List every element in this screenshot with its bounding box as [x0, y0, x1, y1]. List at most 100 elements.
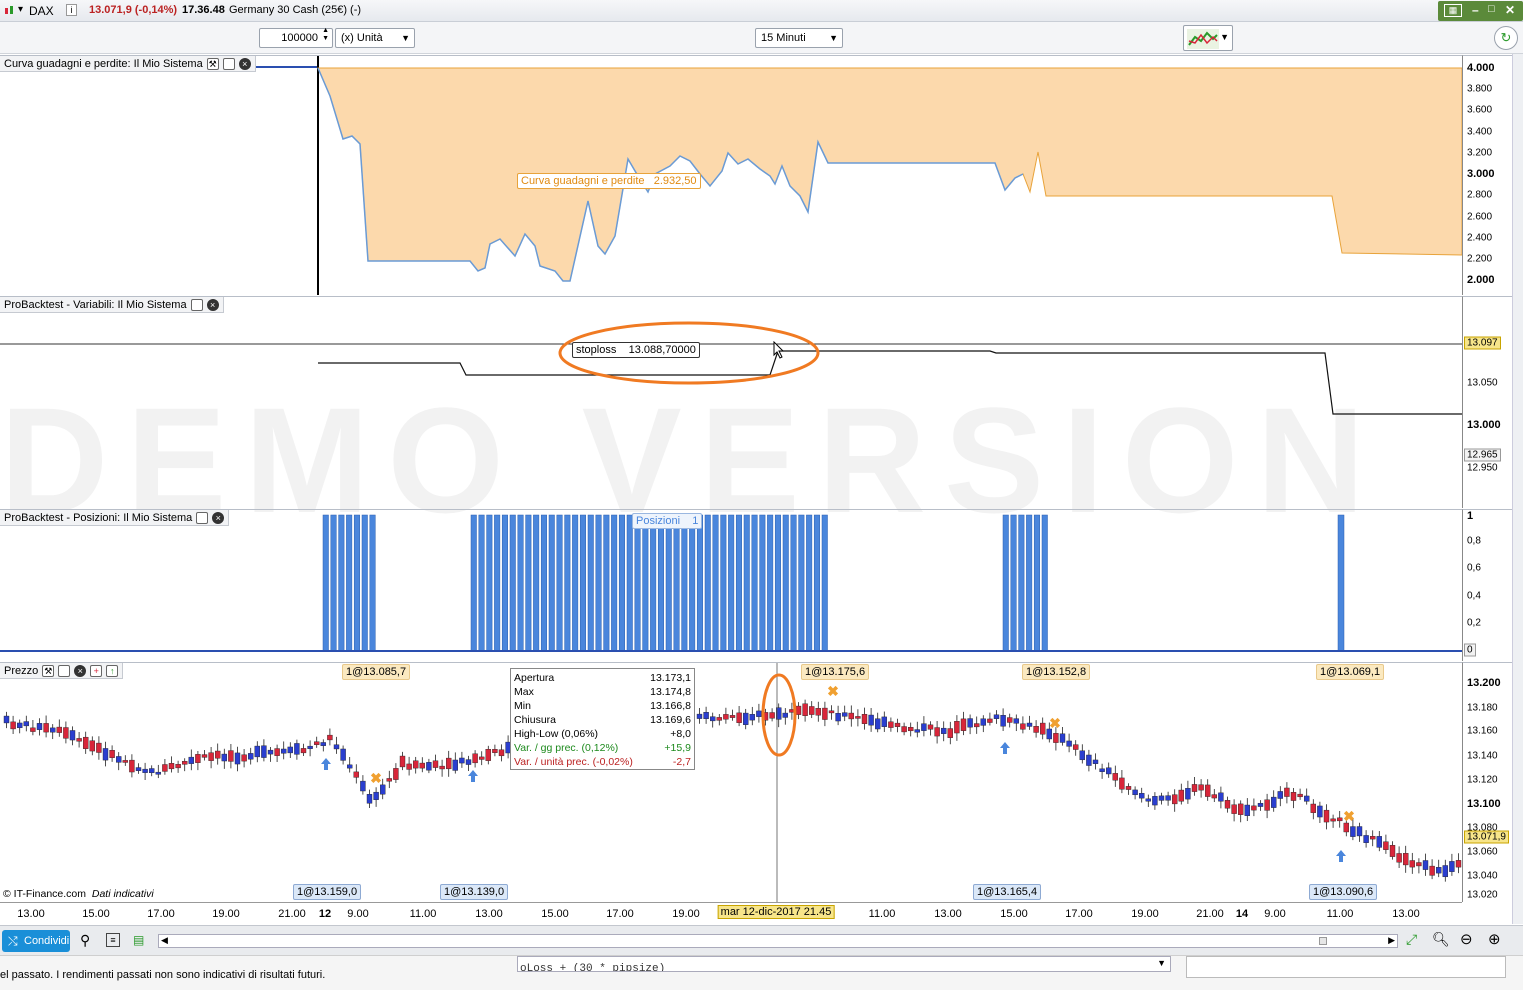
- current-price-flag: 13.071,9: [1464, 830, 1509, 844]
- variables-panel[interactable]: ProBacktest - Variabili: Il Mio Sistema …: [0, 296, 1462, 508]
- window-icon[interactable]: [222, 57, 235, 70]
- keyboard-icon[interactable]: ▦: [1444, 4, 1462, 17]
- candle: [861, 713, 868, 724]
- tooltip-label: Apertura: [514, 672, 555, 684]
- window-icon[interactable]: [58, 664, 71, 677]
- wrench-icon[interactable]: ⚒: [206, 57, 219, 70]
- position-bar: [720, 514, 727, 652]
- horizontal-scrollbar[interactable]: ◀ ▶: [158, 934, 1398, 948]
- candle: [1442, 865, 1449, 878]
- candle: [855, 716, 861, 719]
- candle: [366, 794, 373, 804]
- candle: [729, 715, 736, 718]
- equity-tick: 4.000: [1467, 62, 1495, 74]
- candle: [749, 714, 755, 721]
- position-bar: [774, 514, 781, 652]
- equity-panel-title: Curva guadagni e perdite: Il Mio Sistema…: [0, 56, 256, 72]
- timeframe-select[interactable]: 15 Minuti ▼: [755, 28, 843, 48]
- candle: [234, 752, 241, 765]
- spinner-icon[interactable]: ▲ ▼: [322, 27, 329, 43]
- scrollbar-thumb[interactable]: [1319, 937, 1327, 945]
- scroll-left-icon[interactable]: ◀: [161, 935, 168, 946]
- chart-type-button[interactable]: ▼: [1183, 25, 1233, 51]
- list-icon[interactable]: ≡: [106, 933, 120, 947]
- unit-select[interactable]: (x) Unità ▼: [335, 28, 415, 48]
- candle: [1218, 792, 1224, 802]
- candle: [1422, 860, 1429, 870]
- position-bar: [322, 514, 329, 652]
- tooltip-value: -2,7: [672, 756, 691, 768]
- order-tag-top: 1@13.175,6: [801, 664, 870, 680]
- positions-axis-flag: 0: [1464, 643, 1476, 657]
- close-button[interactable]: ✕: [1505, 3, 1515, 17]
- position-bar: [611, 514, 618, 652]
- equity-panel[interactable]: Curva guadagni e perdite: Il Mio Sistema…: [0, 55, 1462, 295]
- time-tick: 11.00: [409, 908, 437, 920]
- candle: [914, 729, 920, 733]
- stoploss-label-value: 13.088,70000: [628, 344, 696, 356]
- candle: [1165, 795, 1171, 801]
- refresh-icon[interactable]: ↻: [1494, 26, 1518, 50]
- minimize-button[interactable]: –: [1472, 3, 1479, 17]
- time-tick: 11.00: [868, 908, 896, 920]
- autoscale-icon[interactable]: ⤢: [1406, 931, 1417, 948]
- candle: [1053, 733, 1059, 743]
- candle: [426, 762, 432, 771]
- position-bar: [470, 514, 477, 652]
- close-icon[interactable]: ×: [212, 511, 225, 524]
- positions-panel[interactable]: ProBacktest - Posizioni: Il Mio Sistema …: [0, 509, 1462, 661]
- candle: [479, 756, 485, 760]
- zoom-fit-icon[interactable]: 🔍︎: [1432, 931, 1450, 948]
- candle: [1336, 817, 1343, 822]
- candle: [148, 768, 155, 774]
- candle: [228, 750, 234, 762]
- instrument-dropdown-icon[interactable]: ▾: [18, 4, 23, 15]
- maximize-button[interactable]: □: [1488, 3, 1495, 15]
- indicators-icon[interactable]: ▤: [133, 933, 149, 947]
- window-icon[interactable]: [190, 298, 203, 311]
- close-icon[interactable]: ×: [74, 664, 87, 677]
- candle: [1191, 784, 1198, 792]
- tooltip-value: 13.174,8: [650, 686, 691, 698]
- candle: [102, 748, 109, 761]
- candle: [267, 749, 274, 755]
- position-bar: [790, 514, 797, 652]
- wrench-icon[interactable]: ⚒: [42, 664, 55, 677]
- stoploss-axis-flag: 13.097: [1464, 336, 1501, 350]
- candle: [340, 748, 346, 761]
- cursor-tool-icon[interactable]: ⚲: [80, 932, 90, 949]
- export-icon[interactable]: ↑: [106, 664, 119, 677]
- position-bar: [533, 514, 540, 652]
- candle: [954, 721, 960, 734]
- candle: [1429, 865, 1435, 876]
- candle: [795, 705, 802, 715]
- window-icon[interactable]: [196, 511, 209, 524]
- zoom-in-icon[interactable]: ⊕: [1488, 930, 1501, 948]
- price-panel[interactable]: ✖ ✖ ✖ ✖ Prezzo ⚒ × + ↑ 1@13.085,7 1@13.175,…: [0, 662, 1462, 902]
- scroll-right-icon[interactable]: ▶: [1388, 935, 1395, 946]
- quantity-input[interactable]: 100000 ▲ ▼: [259, 27, 333, 48]
- chevron-down-icon[interactable]: ▼: [1157, 958, 1166, 968]
- candle: [743, 712, 749, 725]
- candle: [1033, 726, 1039, 733]
- candle: [1007, 717, 1013, 723]
- share-button[interactable]: ⤭ Condividi: [2, 930, 70, 952]
- candle: [703, 712, 709, 720]
- tooltip-value: +15,9: [664, 742, 691, 754]
- candle: [333, 744, 340, 750]
- close-icon[interactable]: ×: [206, 298, 219, 311]
- position-bar: [603, 514, 610, 652]
- position-bar: [1041, 514, 1048, 652]
- add-indicator-icon[interactable]: +: [90, 664, 103, 677]
- time-tick: 12: [318, 908, 332, 920]
- candle: [459, 757, 465, 764]
- info-icon[interactable]: i: [66, 4, 77, 16]
- equity-tick: 2.000: [1467, 274, 1495, 286]
- candle: [802, 703, 808, 716]
- tooltip-row: Var. / gg prec. (0,12%) +15,9: [514, 741, 691, 755]
- candle: [888, 721, 894, 728]
- zoom-out-icon[interactable]: ⊖: [1460, 930, 1473, 948]
- code-editor[interactable]: oLoss + (30 * pipsize) ▼: [517, 956, 1171, 972]
- close-icon[interactable]: ×: [238, 57, 251, 70]
- instrument-name[interactable]: DAX: [29, 4, 54, 18]
